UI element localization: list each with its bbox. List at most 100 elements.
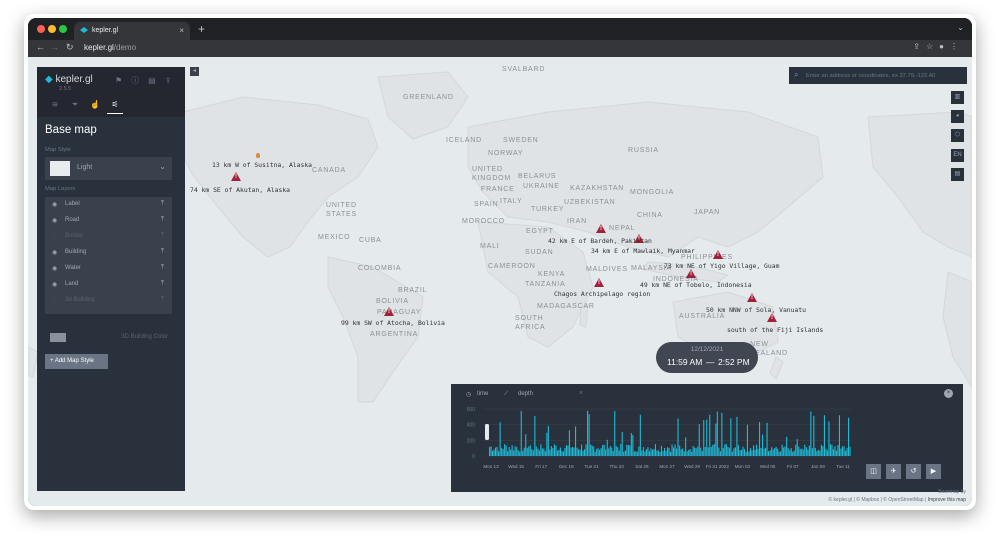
layer-name: 3d Building (65, 297, 95, 303)
browser-tab[interactable]: kepler.gl × (74, 22, 190, 40)
map-viewport[interactable]: SVALBARD GREENLAND ICELAND SWEDEN NORWAY… (28, 57, 972, 506)
move-to-top-icon[interactable]: ⤒ (161, 232, 164, 240)
eye-off-icon[interactable]: ◌ (52, 233, 56, 239)
histogram-bar (547, 425, 549, 456)
x-tick-label: Jan 09 (811, 464, 825, 469)
histogram-bar (686, 451, 688, 456)
eye-icon[interactable]: ◉ (52, 201, 57, 208)
histogram-bar (722, 448, 724, 456)
tab-close-icon[interactable]: × (179, 26, 184, 35)
reload-button[interactable]: ↻ (66, 42, 74, 53)
histogram-bar (600, 448, 602, 456)
map-label: TURKEY (531, 206, 565, 213)
histogram-bar (805, 447, 807, 456)
play-button[interactable]: ▶ (926, 464, 941, 479)
histogram-bar (694, 447, 696, 456)
histogram-bar (552, 448, 554, 456)
window-mode-button[interactable]: ✈ (886, 464, 901, 479)
geocoder-search-input[interactable] (806, 70, 962, 81)
current-date: 12/12/2021 (690, 346, 724, 353)
event-marker[interactable]: ! (767, 313, 777, 322)
event-marker[interactable]: ! (596, 224, 606, 233)
histogram-bar (565, 445, 567, 456)
tab-basemap-icon[interactable]: ⚟ (107, 100, 123, 114)
maximize-window-button[interactable] (59, 25, 67, 33)
histogram-bar (748, 451, 750, 456)
map-label: SPAIN (474, 201, 499, 208)
time-brush-handle[interactable] (485, 424, 489, 440)
legend-icon[interactable]: ◕ (951, 110, 964, 123)
bookmark-star-icon[interactable]: ☆ (926, 42, 939, 51)
back-button[interactable]: ← (36, 42, 45, 52)
docs-icon[interactable]: ⓘ (131, 76, 148, 85)
value-field-name[interactable]: depth (518, 391, 533, 397)
minimize-window-button[interactable] (48, 25, 56, 33)
map-style-selector[interactable]: Light ⌄ (45, 157, 172, 180)
collapse-panel-button[interactable]: ◂ (190, 67, 199, 76)
histogram-bar (715, 423, 717, 456)
move-to-top-icon[interactable]: ⤒ (161, 200, 164, 208)
layer-name: Water (65, 265, 81, 271)
share-icon[interactable]: ⇪ (913, 42, 926, 51)
time-field-name[interactable]: time (477, 391, 488, 397)
bug-report-icon[interactable]: ⚑ (115, 76, 131, 85)
draw-icon[interactable]: ⬡ (951, 129, 964, 142)
tab-filters-icon[interactable]: ⏷ (67, 100, 83, 110)
map-label: MOROCCO (462, 218, 505, 225)
histogram-bar (538, 450, 540, 456)
locale-button[interactable]: EN (951, 149, 964, 162)
tab-search-chevron-icon[interactable]: ⌄ (957, 23, 964, 32)
histogram-bar (772, 449, 774, 456)
tab-interactions-icon[interactable]: ☝ (87, 100, 103, 109)
event-marker[interactable]: ! (747, 293, 757, 302)
panel-header: ◆ kepler.gl 2.5.5 ⚑ⓘ▤⇪ ≋ ⏷ ☝ ⚟ (37, 67, 185, 117)
move-to-top-icon[interactable]: ⤒ (161, 248, 164, 256)
histogram-bar (766, 422, 768, 456)
attribution-text[interactable]: © kepler.gl | © Mapbox | © OpenStreetMap… (828, 497, 926, 503)
split-icon[interactable]: ▤ (951, 168, 964, 181)
histogram-bar (743, 448, 745, 456)
storage-icon[interactable]: ▤ (148, 76, 165, 85)
eye-icon[interactable]: ◉ (52, 265, 57, 272)
map-label: ARGENTINA (370, 331, 419, 338)
building-color-swatch[interactable] (50, 333, 66, 342)
event-marker[interactable]: ! (384, 307, 394, 316)
event-marker[interactable] (256, 153, 260, 158)
event-marker[interactable]: ! (231, 172, 241, 181)
menu-dots-icon[interactable]: ⋮ (950, 42, 964, 51)
profile-icon[interactable]: ● (939, 42, 950, 51)
histogram-bar (505, 445, 507, 456)
event-marker[interactable]: ! (686, 269, 696, 278)
eye-icon[interactable]: ◉ (52, 217, 57, 224)
histogram-bar (653, 449, 655, 456)
histogram-bar (731, 451, 733, 456)
eye-icon[interactable]: ◉ (52, 249, 57, 256)
improve-map-link[interactable]: Improve this map (928, 497, 966, 503)
close-timeline-button[interactable]: × (944, 389, 953, 398)
eye-icon[interactable]: ◉ (52, 281, 57, 288)
x-tick-label: Tue 11 (836, 464, 850, 469)
add-map-style-button[interactable]: + Add Map Style (45, 354, 108, 369)
remove-field-icon[interactable]: × (579, 390, 583, 397)
eye-off-icon[interactable]: ◌ (52, 297, 56, 303)
event-marker[interactable]: ! (594, 278, 604, 287)
layers-icon[interactable]: ▥ (951, 91, 964, 104)
map-label: MALDIVES (586, 266, 628, 273)
tab-layers-icon[interactable]: ≋ (47, 100, 63, 109)
event-marker[interactable]: ! (713, 250, 723, 259)
histogram-bar (576, 447, 578, 456)
close-window-button[interactable] (37, 25, 45, 33)
move-to-top-icon[interactable]: ⤒ (161, 216, 164, 224)
chevron-down-icon[interactable]: ⌄ (159, 162, 166, 171)
new-tab-button[interactable]: + (198, 22, 205, 36)
move-to-top-icon[interactable]: ⤒ (161, 296, 164, 304)
move-to-top-icon[interactable]: ⤒ (161, 280, 164, 288)
reset-button[interactable]: ↺ (906, 464, 921, 479)
share-map-icon[interactable]: ⇪ (165, 76, 181, 85)
speed-control-button[interactable]: ◫ (866, 464, 881, 479)
forward-button[interactable]: → (50, 42, 59, 52)
histogram-bar (798, 446, 800, 456)
move-to-top-icon[interactable]: ⤒ (161, 264, 164, 272)
histogram-bar (799, 449, 801, 456)
address-bar[interactable]: kepler.gl/demo (84, 43, 136, 52)
